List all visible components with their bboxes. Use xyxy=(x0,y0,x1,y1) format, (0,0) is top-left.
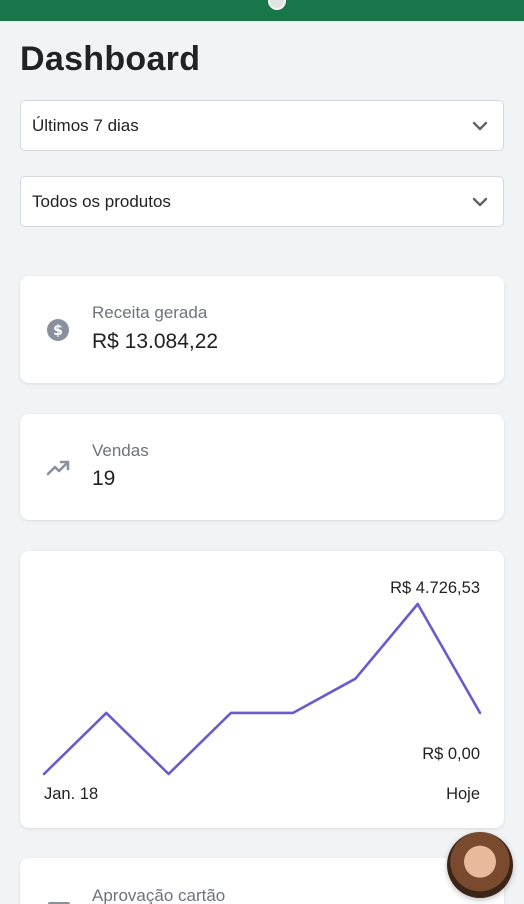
period-select[interactable]: Últimos 7 dias xyxy=(20,100,504,151)
sales-value: 19 xyxy=(92,467,116,490)
card-approval-label: Aprovação cartão xyxy=(92,886,226,904)
sales-card: Vendas 19 xyxy=(20,414,504,520)
revenue-chart-card: R$ 4.726,53 R$ 0,00 Jan. 18 Hoje xyxy=(20,551,504,828)
sales-label: Vendas xyxy=(92,441,149,460)
x-end-label: Hoje xyxy=(446,785,480,803)
card-icon xyxy=(48,902,70,904)
revenue-label: Receita gerada xyxy=(92,303,208,322)
series-line xyxy=(42,602,482,776)
x-start-label: Jan. 18 xyxy=(44,785,98,803)
period-select-value: Últimos 7 dias xyxy=(32,115,139,135)
page-title: Dashboard xyxy=(20,40,201,78)
revenue-line-chart: R$ 4.726,53 R$ 0,00 Jan. 18 Hoje xyxy=(42,579,482,803)
svg-text:$: $ xyxy=(53,323,63,339)
trending-up-icon xyxy=(46,460,70,476)
avatar[interactable] xyxy=(447,832,513,898)
top-status-bar xyxy=(0,0,524,21)
chart-min-label: R$ 0,00 xyxy=(422,745,480,763)
product-select-value: Todos os produtos xyxy=(32,191,171,211)
revenue-card: $ Receita gerada R$ 13.084,22 xyxy=(20,276,504,383)
chevron-down-icon xyxy=(472,121,488,130)
card-approval-card: Aprovação cartão xyxy=(20,858,504,904)
dollar-circle-icon: $ xyxy=(47,319,69,341)
product-select[interactable]: Todos os produtos xyxy=(20,176,504,227)
chart-max-label: R$ 4.726,53 xyxy=(390,579,480,597)
chevron-down-icon xyxy=(472,197,488,206)
revenue-value: R$ 13.084,22 xyxy=(92,330,219,353)
status-dot xyxy=(268,0,286,10)
